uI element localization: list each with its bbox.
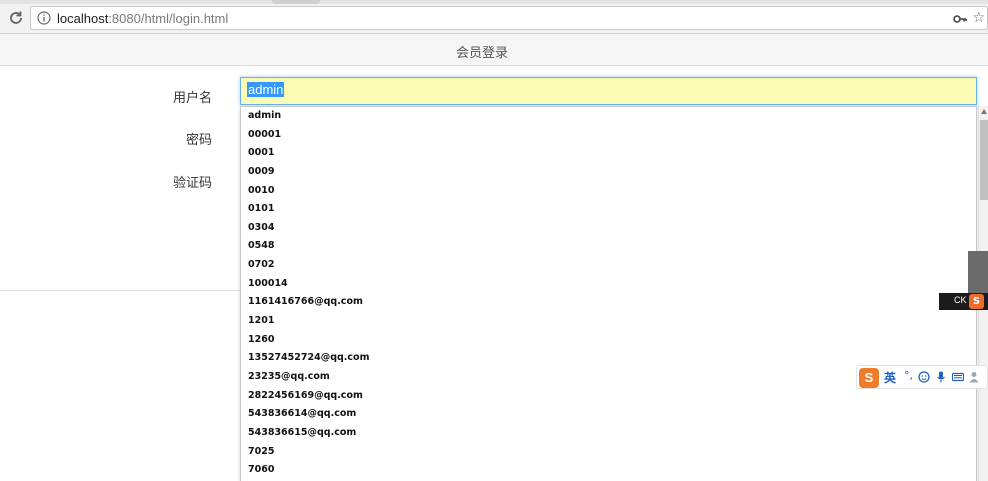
bookmark-star-icon[interactable]: ☆ (972, 10, 985, 26)
ime-mini-text: CK (954, 295, 967, 305)
autocomplete-item[interactable]: 0009 (241, 163, 976, 182)
ime-toolbar[interactable]: S 英 °, (856, 365, 988, 389)
sogou-logo-icon[interactable]: S (969, 294, 984, 309)
autocomplete-item[interactable]: 543836615@qq.com (241, 424, 976, 443)
autocomplete-item[interactable]: 1201 (241, 312, 976, 331)
browser-toolbar: localhost:8080/html/login.html ☆ (0, 0, 988, 34)
key-icon[interactable] (953, 12, 967, 26)
page-header: 会员登录 (0, 34, 988, 66)
url-host: localhost (57, 11, 109, 26)
ime-punctuation-toggle[interactable]: °, (904, 369, 913, 382)
autocomplete-item[interactable]: 00001 (241, 126, 976, 145)
autocomplete-item[interactable]: 0010 (241, 182, 976, 201)
overlay-panel (968, 251, 988, 293)
url-text: localhost:8080/html/login.html (57, 11, 228, 26)
microphone-icon[interactable] (935, 371, 947, 383)
autocomplete-item[interactable]: 100014 (241, 275, 976, 294)
username-input[interactable]: admin (240, 77, 977, 105)
username-label: 用户名 (172, 91, 212, 106)
browser-tab[interactable] (272, 0, 320, 4)
autocomplete-dropdown[interactable]: admin 00001 0001 0009 0010 0101 0304 0548 0702 10… (240, 106, 977, 481)
scroll-up-arrow-icon[interactable] (981, 109, 987, 114)
url-path: :8080/html/login.html (108, 11, 229, 26)
keyboard-icon[interactable] (952, 371, 964, 383)
autocomplete-item[interactable]: 1260 (241, 331, 976, 350)
autocomplete-item[interactable]: 7025 (241, 443, 976, 462)
autocomplete-item[interactable]: admin (241, 107, 976, 126)
scrollbar-thumb[interactable] (980, 120, 988, 200)
tab-strip (0, 0, 988, 4)
autocomplete-item[interactable]: 0548 (241, 237, 976, 256)
address-bar[interactable]: localhost:8080/html/login.html ☆ (30, 6, 988, 30)
reload-icon[interactable] (8, 10, 24, 26)
autocomplete-item[interactable]: 0101 (241, 200, 976, 219)
autocomplete-item[interactable]: 1161416766@qq.com (241, 293, 976, 312)
page-title: 会员登录 (455, 46, 508, 61)
password-label: 密码 (185, 133, 212, 148)
page-info-icon[interactable] (37, 11, 51, 25)
ime-mini-bar[interactable]: CK S (939, 293, 988, 310)
autocomplete-item[interactable]: 2822456169@qq.com (241, 387, 976, 406)
user-settings-icon[interactable] (969, 371, 981, 383)
autocomplete-item[interactable]: 0304 (241, 219, 976, 238)
emoji-icon[interactable] (918, 371, 930, 383)
autocomplete-item[interactable]: 7060 (241, 461, 976, 480)
captcha-label: 验证码 (172, 176, 212, 191)
sogou-ime-logo-icon[interactable]: S (859, 368, 879, 388)
ime-language-toggle[interactable]: 英 (884, 369, 896, 386)
autocomplete-item[interactable]: 0001 (241, 144, 976, 163)
autocomplete-item[interactable]: 0702 (241, 256, 976, 275)
username-value: admin (247, 82, 285, 97)
autocomplete-item[interactable]: 543836614@qq.com (241, 405, 976, 424)
